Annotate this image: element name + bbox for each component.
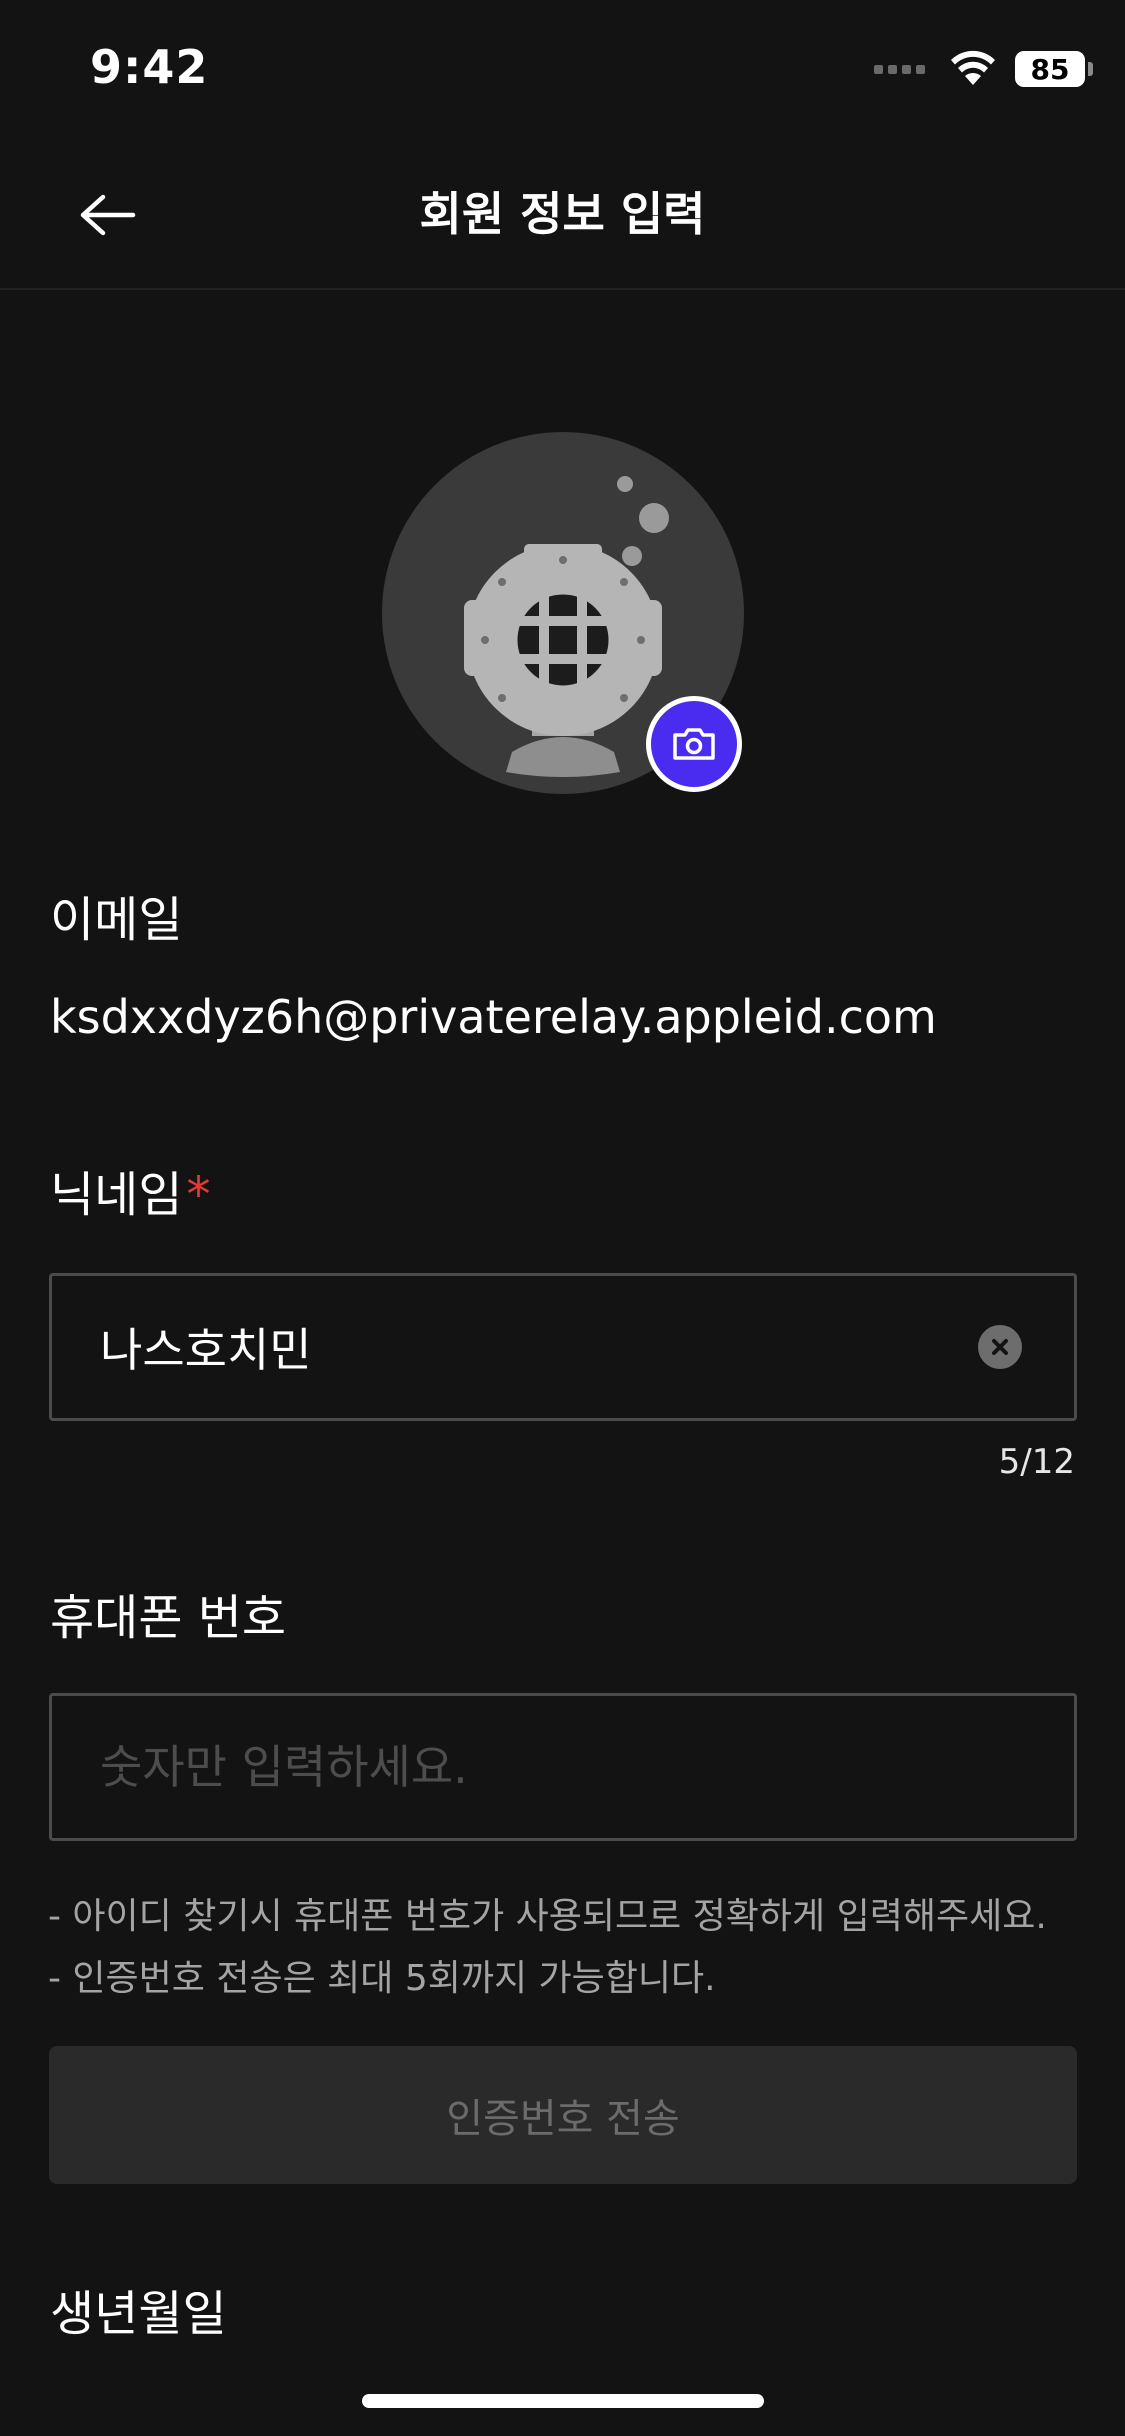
birthdate-label: 생년월일	[50, 2286, 227, 2342]
status-indicators: 85	[874, 46, 1093, 92]
phone-help-text: - 아이디 찾기시 휴대폰 번호가 사용되므로 정확하게 입력해주세요. - 인…	[48, 1886, 1047, 2010]
battery-icon: 85	[1015, 51, 1093, 87]
phone-field[interactable]	[49, 1693, 1077, 1841]
nickname-input[interactable]	[100, 1276, 980, 1418]
profile-avatar-section	[382, 432, 744, 794]
camera-icon	[673, 728, 715, 760]
change-photo-button[interactable]	[646, 696, 742, 792]
email-value: ksdxxdyz6h@privaterelay.appleid.com	[50, 990, 937, 1044]
wifi-icon	[951, 50, 995, 85]
status-time: 9:42	[90, 40, 209, 94]
nickname-char-counter: 5/12	[998, 1442, 1075, 1482]
help-line: - 아이디 찾기시 휴대폰 번호가 사용되므로 정확하게 입력해주세요.	[48, 1896, 1047, 1937]
clear-nickname-button[interactable]	[978, 1325, 1022, 1369]
help-line: - 인증번호 전송은 최대 5회까지 가능합니다.	[48, 1958, 716, 1999]
phone-input[interactable]	[100, 1696, 980, 1838]
nickname-label-text: 닉네임	[50, 1167, 183, 1223]
send-verification-button[interactable]: 인증번호 전송	[49, 2046, 1077, 2184]
screen: 9:42 85 회원 정보 입력 이메일 ksdxxdyz6h@privater…	[0, 0, 1125, 2436]
email-label: 이메일	[50, 892, 183, 948]
nickname-field[interactable]	[49, 1273, 1077, 1421]
nav-header: 회원 정보 입력	[0, 140, 1125, 290]
signal-icon	[874, 64, 925, 74]
battery-level: 85	[1030, 52, 1070, 86]
home-indicator	[362, 2394, 764, 2408]
phone-label: 휴대폰 번호	[50, 1590, 287, 1646]
nickname-label: 닉네임*	[50, 1155, 210, 1225]
required-mark: *	[186, 1167, 211, 1223]
page-title: 회원 정보 입력	[419, 187, 706, 241]
clear-icon	[992, 1339, 1008, 1355]
status-bar: 9:42 85	[0, 0, 1125, 140]
